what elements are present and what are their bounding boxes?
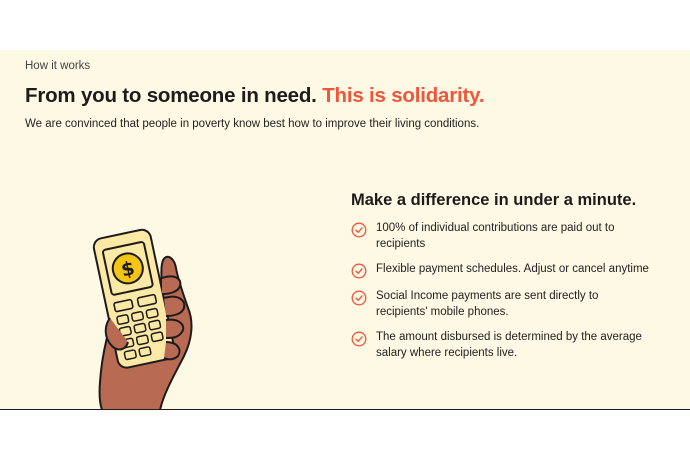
hand-holding-phone-dollar-icon: $: [92, 228, 193, 410]
benefit-item: Flexible payment schedules. Adjust or ca…: [351, 261, 651, 279]
benefits-title: Make a difference in under a minute.: [351, 191, 637, 209]
benefit-text: Social Income payments are sent directly…: [376, 290, 599, 318]
benefit-item: The amount disbursed is determined by th…: [351, 329, 651, 361]
benefit-item: 100% of individual contributions are pai…: [351, 220, 651, 252]
headline-main: From you to someone in need.: [25, 84, 317, 107]
check-circle-icon: [351, 290, 367, 306]
check-circle-icon: [351, 222, 367, 238]
benefit-text: 100% of individual contributions are pai…: [376, 222, 615, 250]
check-circle-icon: [351, 263, 367, 279]
section-eyebrow: How it works: [25, 60, 91, 72]
benefit-text: The amount disbursed is determined by th…: [376, 331, 642, 359]
section-intro: We are convinced that people in poverty …: [25, 118, 480, 130]
benefit-item: Social Income payments are sent directly…: [351, 288, 651, 320]
section-headline: From you to someone in need. This is sol…: [25, 84, 485, 108]
benefit-text: Flexible payment schedules. Adjust or ca…: [376, 263, 649, 275]
check-circle-icon: [351, 331, 367, 347]
section-divider: [0, 409, 690, 410]
headline-accent: This is solidarity.: [322, 84, 485, 107]
benefits-list: 100% of individual contributions are pai…: [351, 220, 651, 370]
